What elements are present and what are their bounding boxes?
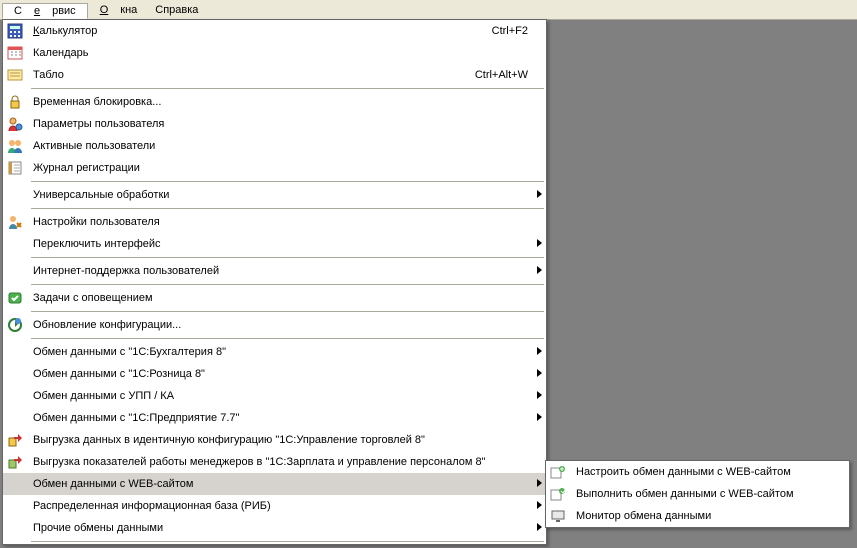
monitor-icon bbox=[546, 505, 570, 527]
tasks-icon bbox=[3, 287, 27, 309]
menu-separator bbox=[31, 284, 544, 285]
menu-label: Интернет-поддержка пользователей bbox=[27, 265, 532, 277]
menu-separator bbox=[31, 88, 544, 89]
calculator-icon bbox=[3, 20, 27, 42]
menu-help[interactable]: Справка bbox=[149, 2, 204, 18]
menu-item-temp-lock[interactable]: Временная блокировка... bbox=[3, 91, 546, 113]
submenu-label: Настроить обмен данными с WEB-сайтом bbox=[570, 466, 835, 478]
export-icon bbox=[3, 429, 27, 451]
submenu-label: Монитор обмена данными bbox=[570, 510, 835, 522]
menu-service[interactable]: Сервис bbox=[2, 3, 88, 19]
menu-shortcut: Ctrl+F2 bbox=[492, 25, 532, 37]
menu-label: Обмен данными с WEB-сайтом bbox=[27, 478, 532, 490]
menu-item-exchange-upp[interactable]: Обмен данными с УПП / КА bbox=[3, 385, 546, 407]
menubar: Сервис Окна Справка bbox=[0, 0, 857, 20]
menu-separator bbox=[31, 181, 544, 182]
web-exchange-submenu: Настроить обмен данными с WEB-сайтом Вып… bbox=[545, 460, 850, 528]
calendar-icon bbox=[3, 42, 27, 64]
menu-separator bbox=[31, 257, 544, 258]
submenu-item-execute[interactable]: Выполнить обмен данными с WEB-сайтом bbox=[546, 483, 849, 505]
submenu-item-configure[interactable]: Настроить обмен данными с WEB-сайтом bbox=[546, 461, 849, 483]
menu-label: Прочие обмены данными bbox=[27, 522, 532, 534]
active-users-icon bbox=[3, 135, 27, 157]
menu-item-config-update[interactable]: Обновление конфигурации... bbox=[3, 314, 546, 336]
menu-item-exchange-buh[interactable]: Обмен данными с "1С:Бухгалтерия 8" bbox=[3, 341, 546, 363]
submenu-arrow-icon bbox=[537, 391, 542, 399]
menu-item-export-ut[interactable]: Выгрузка данных в идентичную конфигураци… bbox=[3, 429, 546, 451]
submenu-arrow-icon bbox=[537, 190, 542, 198]
submenu-arrow-icon bbox=[537, 523, 542, 531]
menu-label: Обмен данными с "1С:Предприятие 7.7" bbox=[27, 412, 532, 424]
menu-item-calculator[interactable]: Калькулятор Ctrl+F2 bbox=[3, 20, 546, 42]
menu-label: Журнал регистрации bbox=[27, 162, 532, 174]
menu-label: Параметры пользователя bbox=[27, 118, 532, 130]
submenu-arrow-icon bbox=[537, 239, 542, 247]
menu-item-dist-base[interactable]: Распределенная информационная база (РИБ) bbox=[3, 495, 546, 517]
submenu-arrow-icon bbox=[537, 369, 542, 377]
menu-item-export-mgr[interactable]: Выгрузка показателей работы менеджеров в… bbox=[3, 451, 546, 473]
submenu-arrow-icon bbox=[537, 501, 542, 509]
menu-separator bbox=[31, 208, 544, 209]
menu-label: Временная блокировка... bbox=[27, 96, 532, 108]
menu-label: Обмен данными с "1С:Бухгалтерия 8" bbox=[27, 346, 532, 358]
submenu-arrow-icon bbox=[537, 413, 542, 421]
menu-item-exchange-web[interactable]: Обмен данными с WEB-сайтом bbox=[3, 473, 546, 495]
submenu-arrow-icon bbox=[537, 266, 542, 274]
menu-item-user-params[interactable]: Параметры пользователя bbox=[3, 113, 546, 135]
menu-item-user-settings[interactable]: Настройки пользователя bbox=[3, 211, 546, 233]
menu-label: Табло bbox=[27, 69, 475, 81]
export-mgr-icon bbox=[3, 451, 27, 473]
menu-item-exchange-roz[interactable]: Обмен данными с "1С:Розница 8" bbox=[3, 363, 546, 385]
submenu-label: Выполнить обмен данными с WEB-сайтом bbox=[570, 488, 835, 500]
menu-label: Задачи с оповещением bbox=[27, 292, 532, 304]
service-dropdown: Калькулятор Ctrl+F2 Календарь Табло Ctrl… bbox=[2, 19, 547, 545]
journal-icon bbox=[3, 157, 27, 179]
menu-label: Распределенная информационная база (РИБ) bbox=[27, 500, 532, 512]
menu-label: Переключить интерфейс bbox=[27, 238, 532, 250]
menu-item-tablo[interactable]: Табло Ctrl+Alt+W bbox=[3, 64, 546, 86]
menu-label: Калькулятор bbox=[27, 25, 492, 37]
menu-windows[interactable]: Окна bbox=[88, 2, 150, 18]
menu-label: Обмен данными с УПП / КА bbox=[27, 390, 532, 402]
menu-label: Активные пользователи bbox=[27, 140, 532, 152]
tablo-icon bbox=[3, 64, 27, 86]
menu-label: Настройки пользователя bbox=[27, 216, 532, 228]
submenu-item-monitor[interactable]: Монитор обмена данными bbox=[546, 505, 849, 527]
menu-label: Календарь bbox=[27, 47, 532, 59]
menu-shortcut: Ctrl+Alt+W bbox=[475, 69, 532, 81]
lock-icon bbox=[3, 91, 27, 113]
configure-exchange-icon bbox=[546, 461, 570, 483]
menu-item-tasks-notif[interactable]: Задачи с оповещением bbox=[3, 287, 546, 309]
menu-item-switch-interface[interactable]: Переключить интерфейс bbox=[3, 233, 546, 255]
menu-item-calendar[interactable]: Календарь bbox=[3, 42, 546, 64]
submenu-arrow-icon bbox=[537, 479, 542, 487]
menu-label: Выгрузка данных в идентичную конфигураци… bbox=[27, 434, 532, 446]
user-params-icon bbox=[3, 113, 27, 135]
menu-label: Обновление конфигурации... bbox=[27, 319, 532, 331]
user-settings-icon bbox=[3, 211, 27, 233]
menu-label: Универсальные обработки bbox=[27, 189, 532, 201]
submenu-arrow-icon bbox=[537, 347, 542, 355]
menu-separator bbox=[31, 311, 544, 312]
update-icon bbox=[3, 314, 27, 336]
menu-item-active-users[interactable]: Активные пользователи bbox=[3, 135, 546, 157]
menu-separator bbox=[31, 541, 544, 542]
menu-item-reg-journal[interactable]: Журнал регистрации bbox=[3, 157, 546, 179]
menu-separator bbox=[31, 338, 544, 339]
menu-label: Обмен данными с "1С:Розница 8" bbox=[27, 368, 532, 380]
menu-item-exchange-pred[interactable]: Обмен данными с "1С:Предприятие 7.7" bbox=[3, 407, 546, 429]
menu-label: Выгрузка показателей работы менеджеров в… bbox=[27, 456, 532, 468]
execute-exchange-icon bbox=[546, 483, 570, 505]
menu-item-internet-support[interactable]: Интернет-поддержка пользователей bbox=[3, 260, 546, 282]
menu-item-other-exchanges[interactable]: Прочие обмены данными bbox=[3, 517, 546, 539]
menu-item-universal-proc[interactable]: Универсальные обработки bbox=[3, 184, 546, 206]
